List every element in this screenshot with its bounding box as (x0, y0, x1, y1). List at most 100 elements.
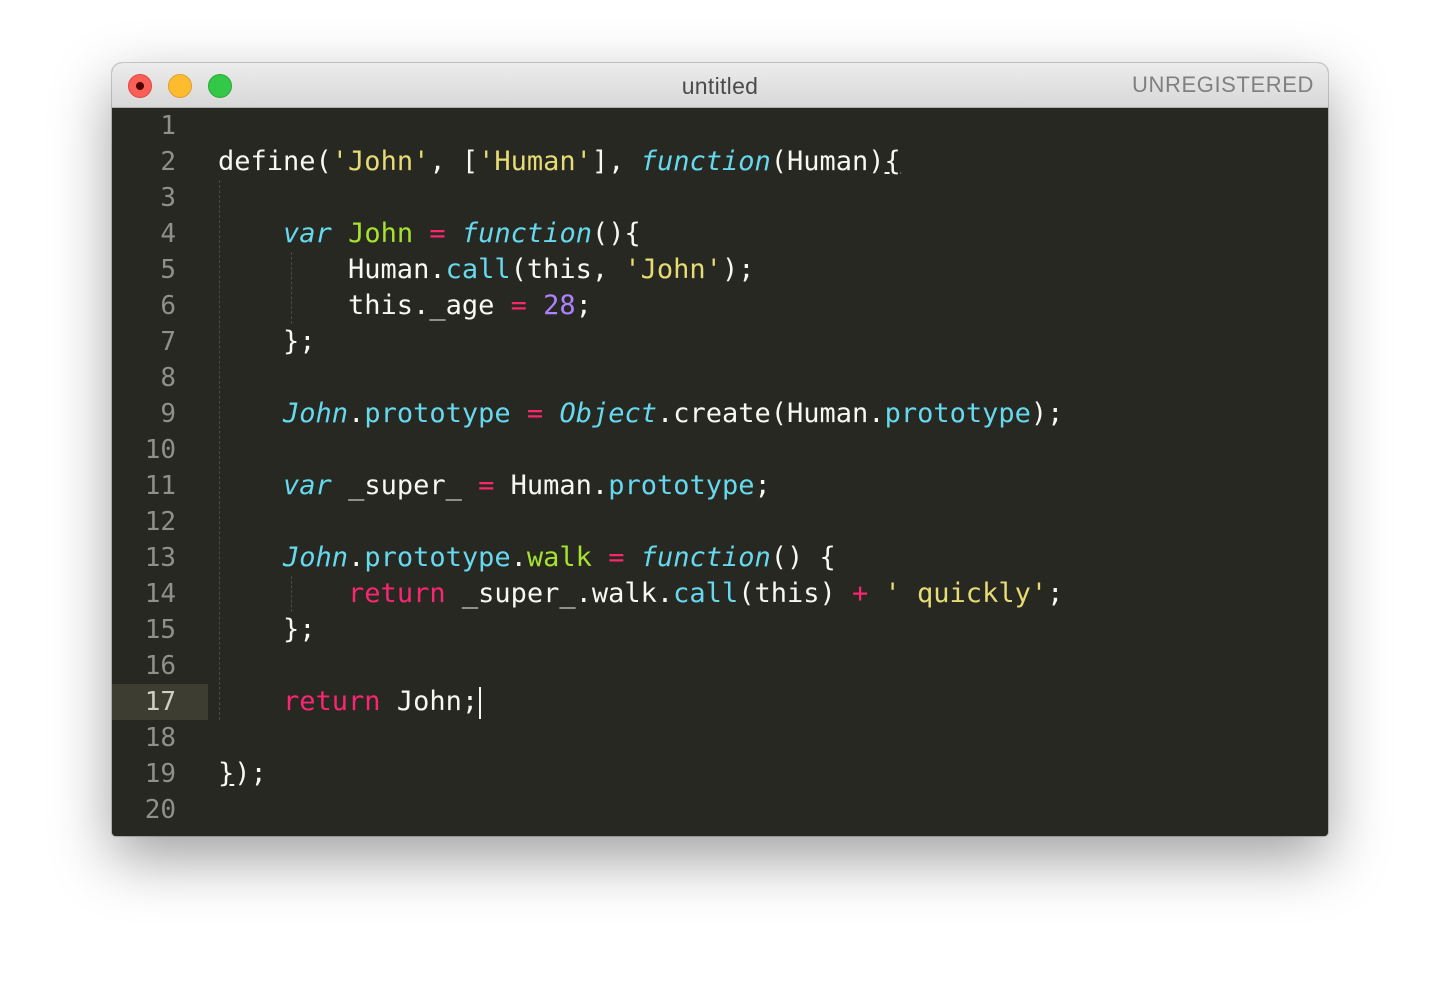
code-token: ); (234, 758, 267, 789)
line-number: 9 (160, 399, 176, 429)
line-number: 10 (144, 435, 176, 465)
code-line[interactable]: Human.call(this, 'John'); (218, 252, 754, 288)
code-token: . (510, 542, 527, 573)
code-token: walk (526, 542, 592, 573)
code-token: (this) (738, 578, 852, 609)
code-token: ; (754, 470, 771, 501)
code-token: }; (218, 614, 316, 645)
code-line[interactable]: }); (218, 756, 267, 792)
line-number: 7 (160, 327, 176, 357)
code-line[interactable]: this._age = 28; (218, 288, 592, 324)
code-token: call (445, 254, 511, 285)
code-token: 28 (543, 290, 576, 321)
code-line[interactable]: return _super_.walk.call(this) + ' quick… (218, 576, 1063, 612)
line-number: 5 (160, 255, 176, 285)
code-line[interactable]: define('John', ['Human'], function(Human… (218, 144, 901, 180)
line-number: 13 (144, 543, 176, 573)
code-line[interactable]: var John = function(){ (218, 216, 641, 252)
code-token: this._age (218, 290, 511, 321)
code-editor[interactable]: 1 2 3 4 5 6 7 8 9 10 11 12 13 14 15 16 17 18 19 20 define('… (112, 108, 1328, 836)
line-number: 17 (144, 687, 176, 717)
code-token: = (429, 218, 446, 249)
code-token: prototype (884, 398, 1031, 429)
code-token: Human. (494, 470, 609, 501)
code-token: prototype (608, 470, 755, 501)
code-token: }; (218, 326, 316, 357)
code-token: John (283, 542, 349, 573)
editor-window: untitled UNREGISTERED 1 2 3 4 5 6 7 8 9 10 11 12 13 1… (112, 63, 1328, 836)
line-number: 1 (160, 111, 176, 141)
code-token: (this, (510, 254, 625, 285)
code-line[interactable]: }; (218, 324, 316, 360)
code-token: John (283, 398, 349, 429)
code-token: John (348, 218, 414, 249)
code-token: prototype (364, 398, 511, 429)
code-token: , [ (429, 146, 479, 177)
code-token: function (461, 218, 592, 249)
line-number: 19 (144, 759, 176, 789)
line-number: 2 (160, 147, 176, 177)
code-token: ; (575, 290, 592, 321)
code-token: var (283, 218, 332, 249)
line-number: 8 (160, 363, 176, 393)
title-bar[interactable]: untitled UNREGISTERED (112, 63, 1328, 108)
code-token: + (852, 578, 869, 609)
code-token: = (510, 290, 527, 321)
line-number: 12 (144, 507, 176, 537)
line-number: 18 (144, 723, 176, 753)
code-token: .create(Human. (656, 398, 885, 429)
code-line[interactable]: var _super_ = Human.prototype; (218, 468, 771, 504)
line-number: 15 (144, 615, 176, 645)
code-token: () { (770, 542, 836, 573)
code-token: Object (559, 398, 657, 429)
code-token: . (348, 542, 365, 573)
code-token: 'Human' (478, 146, 592, 177)
code-token: return (283, 686, 381, 717)
code-token: = (526, 398, 544, 429)
code-token: ' quickly' (884, 578, 1048, 609)
code-token: { (884, 146, 901, 177)
code-token: Human. (218, 254, 446, 285)
code-token: = (478, 470, 495, 501)
line-number: 3 (160, 183, 176, 213)
code-token: call (673, 578, 739, 609)
code-token: ); (721, 254, 755, 285)
registration-status: UNREGISTERED (1132, 72, 1314, 97)
code-token: return (348, 578, 446, 609)
code-token: (Human) (770, 146, 885, 177)
code-line[interactable]: John.prototype = Object.create(Human.pro… (218, 396, 1063, 432)
code-token: ], (591, 146, 641, 177)
code-token: ; (1047, 578, 1064, 609)
code-token: _super_.walk. (445, 578, 674, 609)
code-token: _super_ (331, 470, 479, 501)
code-line[interactable]: return John; (218, 684, 482, 720)
code-line[interactable]: John.prototype.walk = function() { (218, 540, 836, 576)
code-token: prototype (364, 542, 511, 573)
code-token: 'John' (624, 254, 722, 285)
code-line[interactable]: }; (218, 612, 316, 648)
line-number: 16 (144, 651, 176, 681)
line-number: 6 (160, 291, 176, 321)
text-cursor (479, 686, 482, 719)
code-token: function (640, 542, 771, 573)
code-token: John; (380, 686, 479, 717)
code-token: function (640, 146, 771, 177)
code-token: 'John' (331, 146, 430, 177)
code-token: (){ (591, 218, 641, 249)
line-number: 4 (160, 219, 176, 249)
code-token: var (283, 470, 332, 501)
